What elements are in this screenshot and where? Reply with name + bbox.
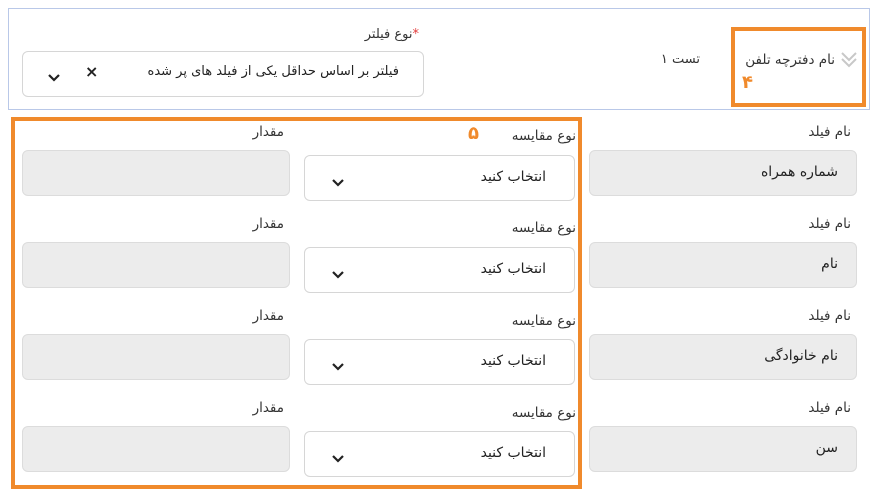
field-name-value: سن <box>815 440 838 456</box>
filter-type-value: فیلتر بر اساس حداقل یکی از فیلد های پر ش… <box>147 64 399 79</box>
value-input[interactable] <box>22 242 290 288</box>
compare-type-value: انتخاب کنید <box>480 445 546 461</box>
value-label: مقدار <box>252 216 284 232</box>
compare-type-select[interactable]: انتخاب کنید <box>304 247 575 293</box>
step-5-marker: ۵ <box>468 123 479 144</box>
compare-type-label: نوع مقایسه <box>511 128 576 144</box>
compare-type-value: انتخاب کنید <box>480 169 546 185</box>
chevron-down-icon <box>331 173 345 192</box>
field-name-box: شماره همراه <box>589 150 857 196</box>
phonebook-value: تست ۱ <box>660 52 700 67</box>
field-name-label: نام فیلد <box>808 216 851 232</box>
field-name-label: نام فیلد <box>808 400 851 416</box>
field-name-value: نام خانوادگی <box>764 348 838 364</box>
compare-type-label: نوع مقایسه <box>511 313 576 329</box>
field-name-value: نام <box>821 256 838 272</box>
field-name-box: سن <box>589 426 857 472</box>
compare-type-label: نوع مقایسه <box>511 220 576 236</box>
compare-type-value: انتخاب کنید <box>480 353 546 369</box>
compare-type-select[interactable]: انتخاب کنید <box>304 155 575 201</box>
chevron-down-icon <box>331 449 345 468</box>
clear-icon[interactable]: × <box>85 62 98 81</box>
filter-type-title: نوع فیلتر* <box>365 27 424 42</box>
compare-type-select[interactable]: انتخاب کنید <box>304 431 575 477</box>
chevron-down-icon <box>331 265 345 284</box>
value-input[interactable] <box>22 150 290 196</box>
filter-type-label: نوع فیلتر <box>364 27 413 42</box>
filter-type-select[interactable]: فیلتر بر اساس حداقل یکی از فیلد های پر ش… <box>22 51 424 97</box>
chevron-down-icon <box>331 357 345 376</box>
required-mark: * <box>412 27 420 42</box>
value-label: مقدار <box>252 400 284 416</box>
field-name-label: نام فیلد <box>808 124 851 140</box>
chevron-down-icon[interactable] <box>47 68 61 87</box>
compare-type-value: انتخاب کنید <box>480 261 546 277</box>
compare-type-label: نوع مقایسه <box>511 405 576 421</box>
field-name-label: نام فیلد <box>808 308 851 324</box>
value-label: مقدار <box>252 308 284 324</box>
field-name-box: نام <box>589 242 857 288</box>
field-name-value: شماره همراه <box>760 164 838 180</box>
value-input[interactable] <box>22 334 290 380</box>
value-label: مقدار <box>252 124 284 140</box>
value-input[interactable] <box>22 426 290 472</box>
field-name-box: نام خانوادگی <box>589 334 857 380</box>
highlight-box-step-4 <box>731 27 866 107</box>
compare-type-select[interactable]: انتخاب کنید <box>304 339 575 385</box>
